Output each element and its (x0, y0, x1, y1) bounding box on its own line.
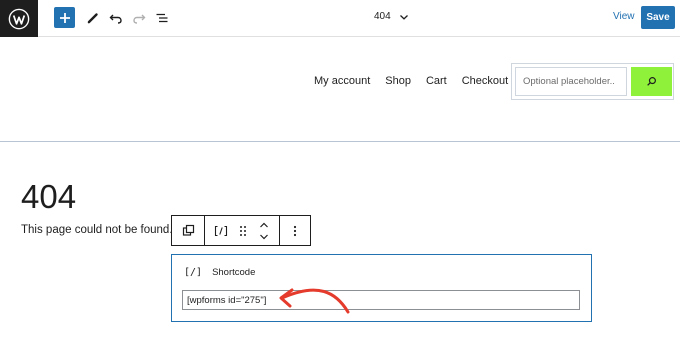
wordpress-logo-icon[interactable] (0, 0, 38, 37)
nav-item-my-account[interactable]: My account (314, 75, 370, 87)
nav-item-checkout[interactable]: Checkout (462, 75, 508, 87)
shortcode-input[interactable] (182, 290, 580, 310)
block-toolbar-group-block (205, 216, 280, 245)
undo-icon (109, 14, 122, 24)
navigation-menu: My account Shop Cart Checkout (314, 75, 508, 87)
shortcode-block-header: [/] Shortcode (184, 267, 255, 278)
redo-icon (133, 14, 146, 24)
block-toolbar (171, 215, 311, 246)
drag-handle-icon (240, 225, 246, 236)
add-block-button[interactable] (54, 7, 75, 28)
chevron-down-icon (399, 14, 408, 20)
editor-top-toolbar: 404 View Save (0, 0, 680, 37)
view-button[interactable]: View (613, 11, 635, 22)
document-title: 404 (374, 11, 391, 22)
drag-handle-button[interactable] (233, 216, 253, 245)
search-icon (647, 77, 656, 86)
plus-icon (59, 12, 70, 23)
undo-button[interactable] (105, 7, 127, 29)
site-header: My account Shop Cart Checkout (0, 38, 680, 142)
page-title[interactable]: 404 (21, 180, 76, 213)
pencil-icon (87, 13, 98, 24)
block-copy-button[interactable] (172, 216, 204, 245)
tools-button[interactable] (82, 7, 104, 29)
list-view-button[interactable] (151, 7, 173, 29)
nav-item-shop[interactable]: Shop (385, 75, 411, 87)
shortcode-block[interactable]: [/] Shortcode (171, 254, 592, 322)
search-input[interactable] (515, 67, 627, 96)
more-options-icon (293, 225, 297, 236)
list-view-icon (156, 13, 168, 23)
shortcode-icon: [/] (184, 267, 203, 278)
shortcode-icon (214, 225, 228, 236)
shortcode-label: Shortcode (212, 267, 256, 278)
redo-button[interactable] (128, 7, 150, 29)
move-up-down-icon (260, 222, 268, 239)
block-type-button[interactable] (209, 216, 233, 245)
nav-item-cart[interactable]: Cart (426, 75, 447, 87)
block-toolbar-group-settings (280, 216, 310, 245)
search-block (511, 63, 674, 100)
more-options-button[interactable] (280, 216, 310, 245)
not-found-message[interactable]: This page could not be found. (21, 224, 173, 236)
save-button[interactable]: Save (641, 6, 675, 29)
move-up-down-button[interactable] (253, 216, 275, 245)
block-toolbar-group-parent (172, 216, 205, 245)
document-title-dropdown[interactable]: 404 (374, 11, 409, 22)
search-button[interactable] (631, 67, 672, 96)
copy-icon (182, 224, 194, 236)
